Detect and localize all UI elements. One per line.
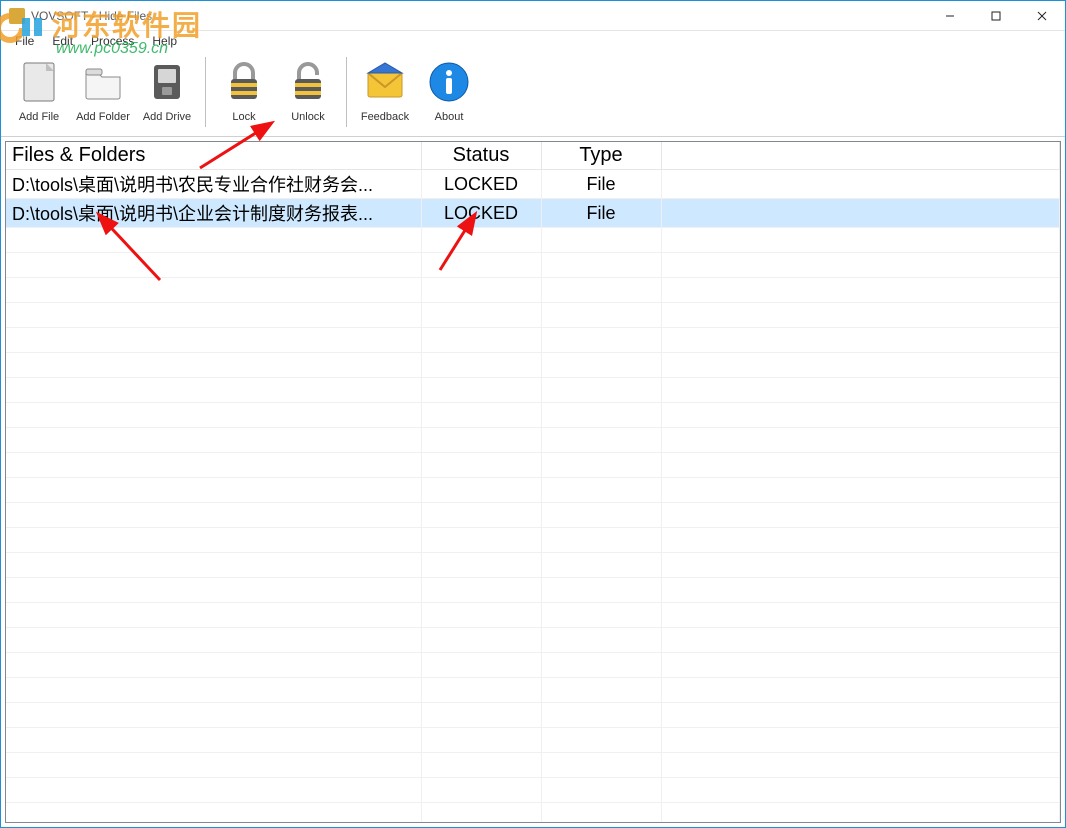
empty-row: .	[6, 303, 1060, 328]
window-title: VOVSOFT - Hide Files	[31, 9, 152, 23]
file-table[interactable]: Files & Folders Status Type D:\tools\桌面\…	[6, 142, 1060, 823]
add-file-label: Add File	[19, 111, 59, 123]
add-file-button[interactable]: Add File	[7, 53, 71, 133]
empty-row: .	[6, 628, 1060, 653]
titlebar: VOVSOFT - Hide Files	[1, 1, 1065, 31]
menubar: File Edit Process Help	[1, 31, 1065, 51]
folder-icon	[76, 55, 130, 109]
feedback-label: Feedback	[361, 111, 409, 123]
unlock-button[interactable]: Unlock	[276, 53, 340, 133]
about-button[interactable]: About	[417, 53, 481, 133]
empty-row: .	[6, 453, 1060, 478]
about-label: About	[435, 111, 464, 123]
empty-row: .	[6, 603, 1060, 628]
header-path[interactable]: Files & Folders	[6, 142, 421, 170]
feedback-button[interactable]: Feedback	[353, 53, 417, 133]
empty-row: .	[6, 703, 1060, 728]
maximize-icon	[991, 11, 1001, 21]
app-icon	[9, 8, 25, 24]
add-drive-button[interactable]: Add Drive	[135, 53, 199, 133]
toolbar-separator	[205, 57, 206, 127]
window-controls	[927, 1, 1065, 30]
empty-row: .	[6, 653, 1060, 678]
add-folder-button[interactable]: Add Folder	[71, 53, 135, 133]
header-type[interactable]: Type	[541, 142, 661, 170]
close-button[interactable]	[1019, 1, 1065, 30]
cell-type: File	[541, 199, 661, 228]
empty-row: .	[6, 778, 1060, 803]
empty-row: .	[6, 353, 1060, 378]
lock-icon	[217, 55, 271, 109]
empty-row: .	[6, 253, 1060, 278]
empty-row: .	[6, 678, 1060, 703]
unlock-label: Unlock	[291, 111, 325, 123]
info-icon	[422, 55, 476, 109]
empty-row: .	[6, 753, 1060, 778]
header-spacer	[661, 142, 1060, 170]
maximize-button[interactable]	[973, 1, 1019, 30]
close-icon	[1037, 11, 1047, 21]
menu-file[interactable]: File	[7, 32, 42, 50]
empty-row: .	[6, 803, 1060, 824]
lock-label: Lock	[232, 111, 255, 123]
empty-row: .	[6, 503, 1060, 528]
empty-row: .	[6, 578, 1060, 603]
empty-row: .	[6, 553, 1060, 578]
header-status[interactable]: Status	[421, 142, 541, 170]
menu-help[interactable]: Help	[144, 32, 185, 50]
envelope-icon	[358, 55, 412, 109]
empty-row: .	[6, 378, 1060, 403]
file-list-panel: Files & Folders Status Type D:\tools\桌面\…	[5, 141, 1061, 823]
unlock-icon	[281, 55, 335, 109]
table-header-row: Files & Folders Status Type	[6, 142, 1060, 170]
toolbar-separator	[346, 57, 347, 127]
file-icon	[12, 55, 66, 109]
drive-icon	[140, 55, 194, 109]
menu-process[interactable]: Process	[83, 32, 142, 50]
empty-row: .	[6, 528, 1060, 553]
cell-spacer	[661, 170, 1060, 199]
minimize-button[interactable]	[927, 1, 973, 30]
lock-button[interactable]: Lock	[212, 53, 276, 133]
table-row[interactable]: D:\tools\桌面\说明书\企业会计制度财务报表...LOCKEDFile	[6, 199, 1060, 228]
cell-status: LOCKED	[421, 199, 541, 228]
minimize-icon	[945, 11, 955, 21]
toolbar: Add File Add Folder Add Drive	[1, 51, 1065, 137]
cell-path: D:\tools\桌面\说明书\农民专业合作社财务会...	[6, 170, 421, 199]
cell-status: LOCKED	[421, 170, 541, 199]
menu-edit[interactable]: Edit	[44, 32, 81, 50]
empty-row: .	[6, 328, 1060, 353]
empty-row: .	[6, 403, 1060, 428]
empty-row: .	[6, 228, 1060, 253]
cell-spacer	[661, 199, 1060, 228]
table-row[interactable]: D:\tools\桌面\说明书\农民专业合作社财务会...LOCKEDFile	[6, 170, 1060, 199]
empty-row: .	[6, 428, 1060, 453]
empty-row: .	[6, 478, 1060, 503]
add-drive-label: Add Drive	[143, 111, 191, 123]
cell-type: File	[541, 170, 661, 199]
cell-path: D:\tools\桌面\说明书\企业会计制度财务报表...	[6, 199, 421, 228]
add-folder-label: Add Folder	[76, 111, 130, 123]
empty-row: .	[6, 728, 1060, 753]
empty-row: .	[6, 278, 1060, 303]
